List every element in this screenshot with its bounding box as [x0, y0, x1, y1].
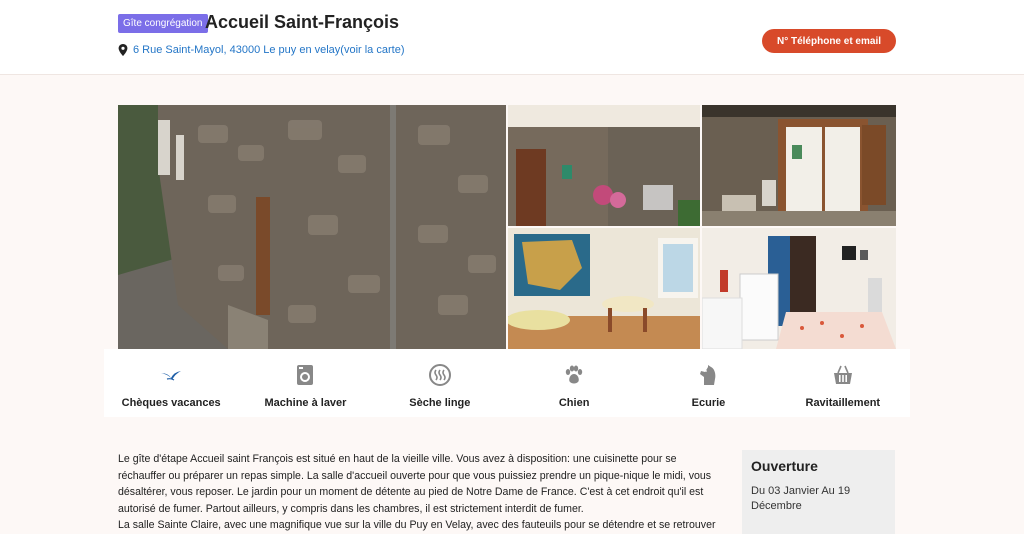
category-badge[interactable]: Gîte congrégation — [118, 14, 208, 33]
gallery-photo-entrance[interactable] — [702, 105, 896, 226]
paw-icon — [565, 365, 583, 384]
gallery-photo-facade[interactable] — [118, 105, 506, 349]
amenity-ecurie: Ecurie — [641, 349, 775, 417]
map-pin-icon — [118, 44, 128, 56]
amenity-label: Chien — [558, 397, 590, 409]
washing-machine-icon — [297, 365, 314, 385]
description-paragraph: Le gîte d'étape Accueil saint François e… — [118, 453, 712, 515]
page-header: Gîte congrégation Accueil Saint-François… — [0, 0, 1024, 75]
amenity-machine-a-laver: Machine à laver — [238, 349, 372, 417]
description-paragraph: La salle Sainte Claire, avec une magnifi… — [118, 519, 716, 531]
bird-icon — [161, 371, 182, 381]
opening-dates: Du 03 Janvier Au 19 Décembre — [751, 485, 851, 512]
amenity-ravitaillement: Ravitaillement — [776, 349, 910, 417]
address-link[interactable]: 6 Rue Saint-Mayol, 43000 Le puy en velay… — [133, 44, 404, 56]
photo-gallery — [118, 105, 896, 349]
gallery-photo-dining-room[interactable] — [508, 228, 700, 349]
contact-button[interactable]: N° Téléphone et email — [762, 29, 896, 53]
dryer-icon — [428, 364, 451, 386]
opening-box: Ouverture Du 03 Janvier Au 19 Décembre — [742, 450, 895, 534]
amenity-label: Ecurie — [691, 397, 726, 409]
basket-icon — [833, 365, 852, 384]
address-line[interactable]: 6 Rue Saint-Mayol, 43000 Le puy en velay… — [118, 44, 404, 56]
description-text: Le gîte d'étape Accueil saint François e… — [118, 451, 718, 534]
amenity-label: Ravitaillement — [805, 397, 881, 409]
amenity-chien: Chien — [507, 349, 641, 417]
horse-icon — [700, 365, 716, 385]
amenity-cheques-vacances: Chèques vacances — [104, 349, 238, 417]
amenity-seche-linge: Sèche linge — [373, 349, 507, 417]
amenity-label: Chèques vacances — [121, 397, 221, 409]
opening-title: Ouverture — [751, 458, 818, 474]
amenities-bar: Chèques vacances Machine à laver Sèche l… — [104, 349, 910, 417]
amenity-label: Sèche linge — [409, 397, 471, 409]
page-title: Accueil Saint-François — [205, 12, 400, 32]
gallery-photo-courtyard[interactable] — [508, 105, 700, 226]
gallery-photo-kitchen[interactable] — [702, 228, 896, 349]
amenity-label: Machine à laver — [264, 397, 347, 409]
